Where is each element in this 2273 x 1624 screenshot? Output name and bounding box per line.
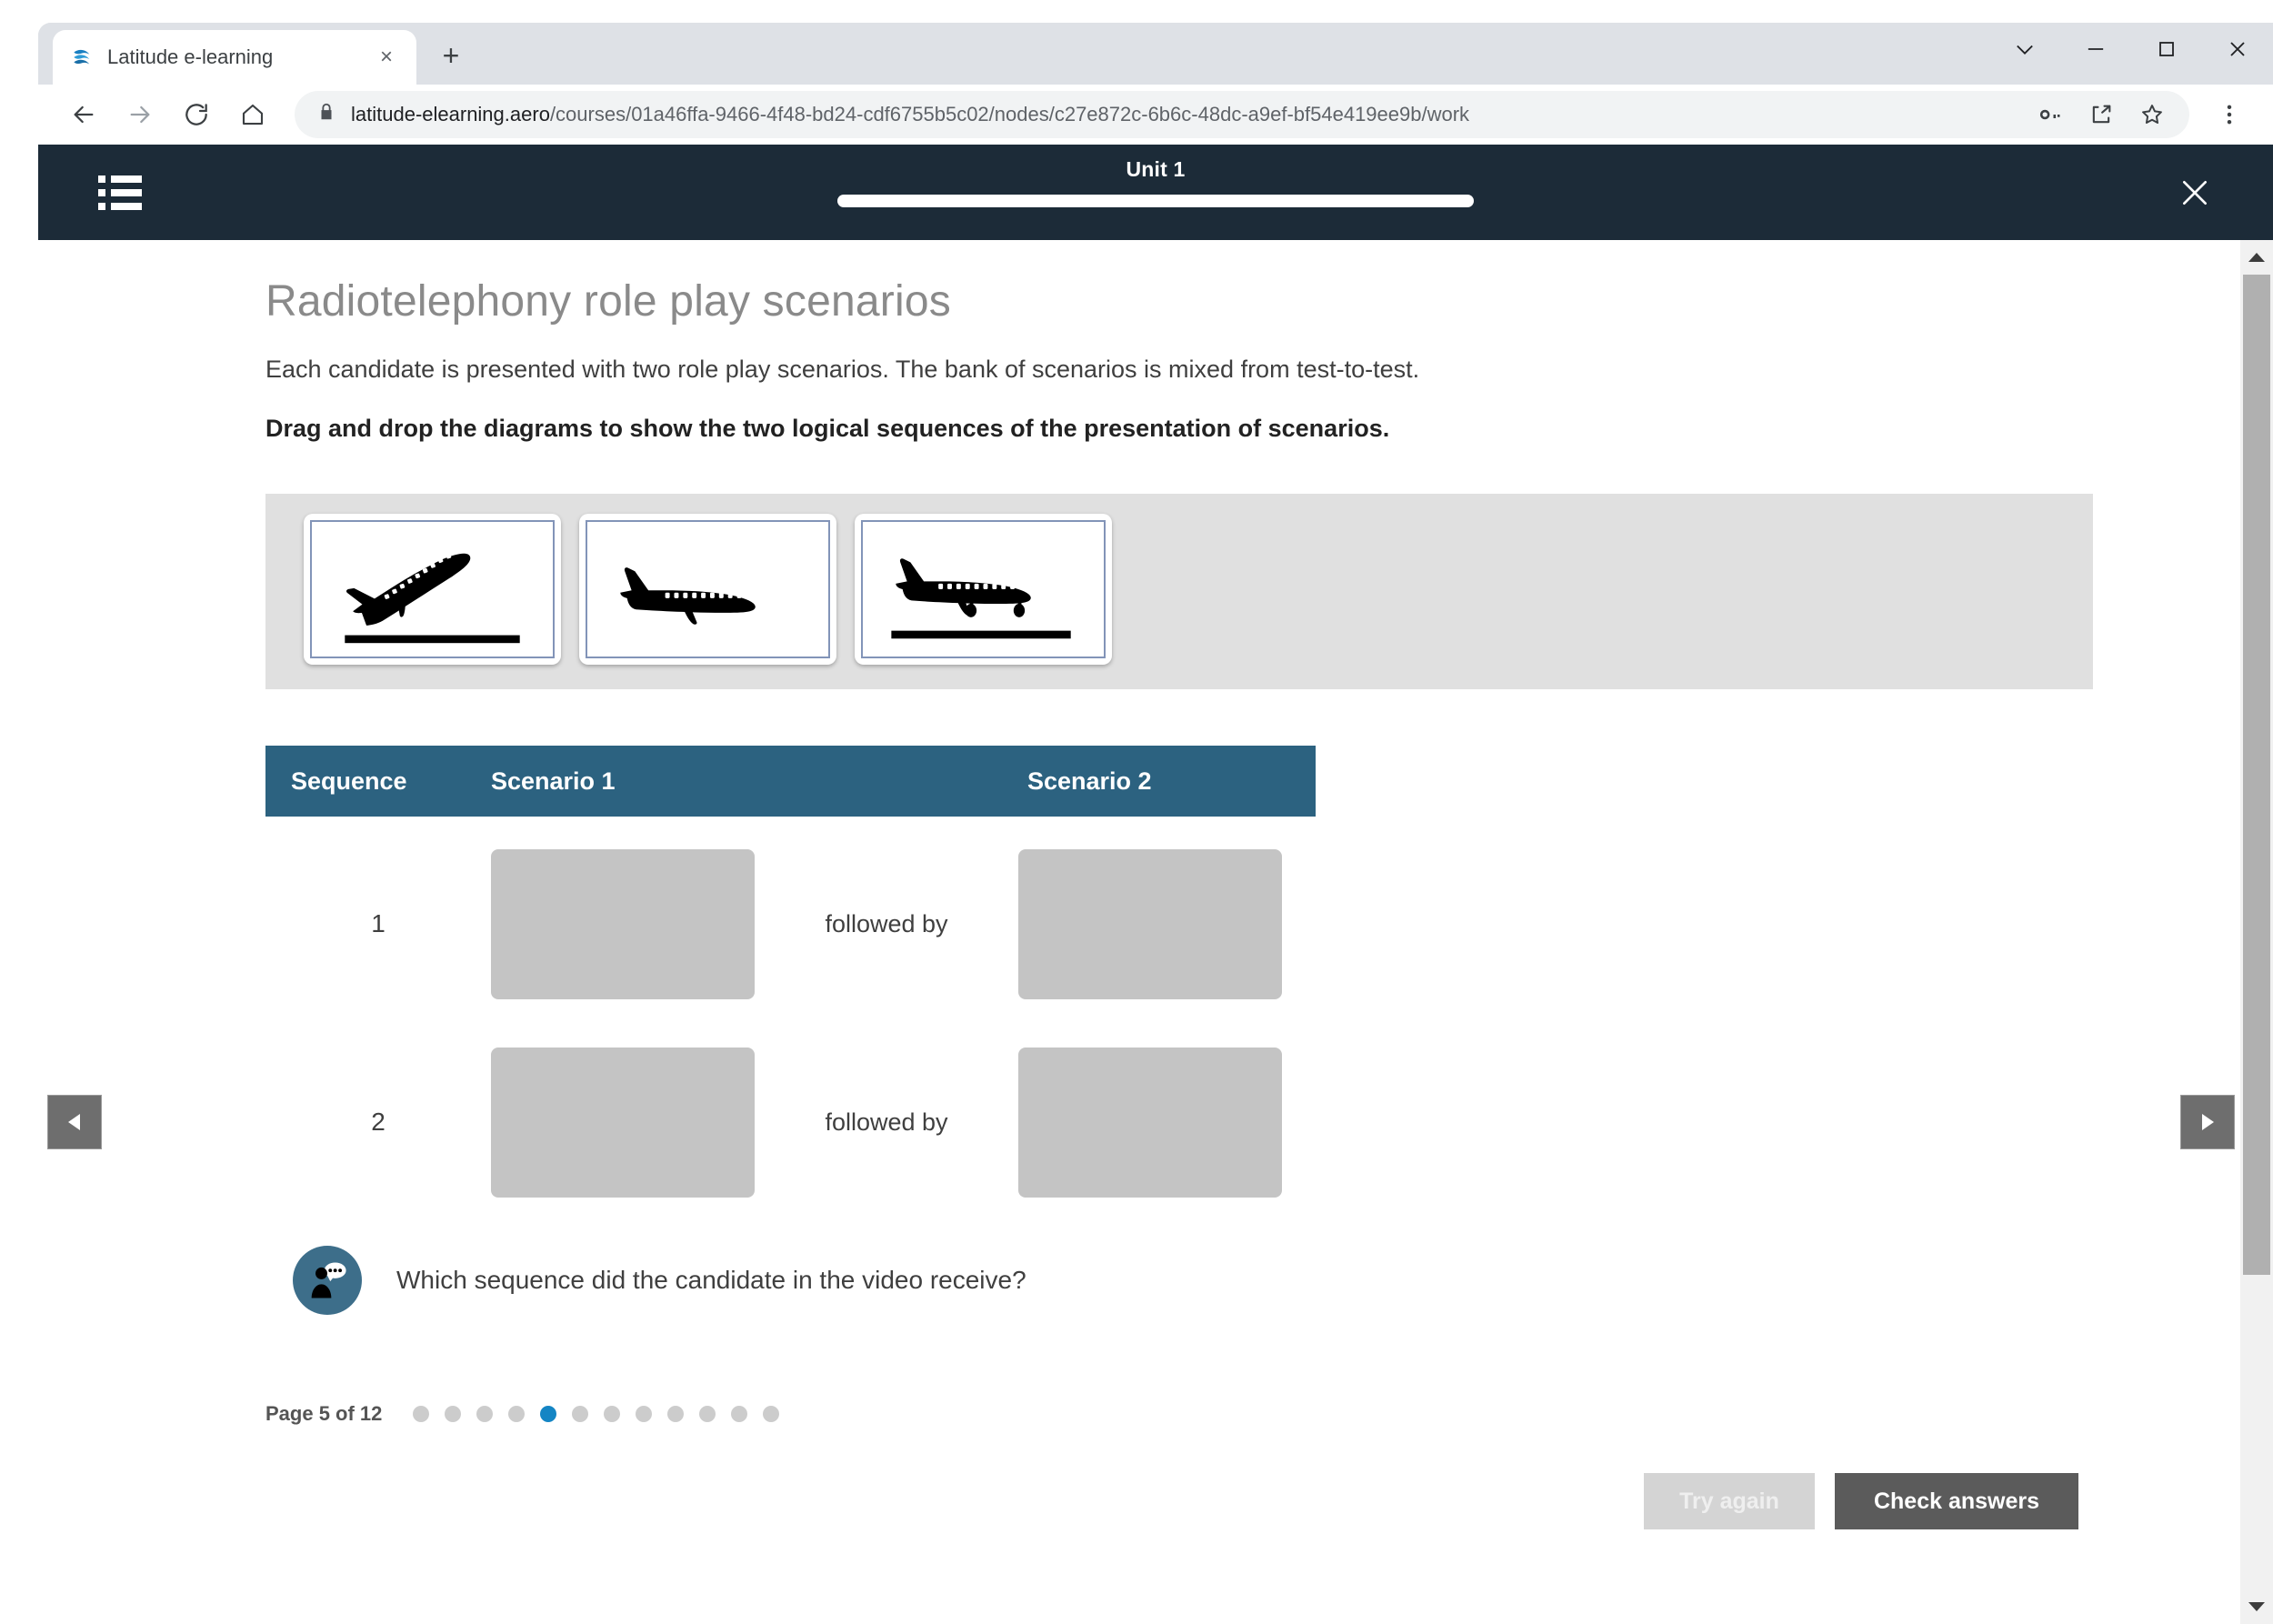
next-page-button[interactable]: [2180, 1095, 2235, 1149]
pagination-dot-6[interactable]: [572, 1406, 589, 1422]
minimize-icon[interactable]: [2060, 23, 2131, 75]
column-header-scenario2: Scenario 2: [1027, 767, 1152, 795]
airplane-cruise-icon: [620, 567, 769, 625]
question-text: Which sequence did the candidate in the …: [396, 1266, 1026, 1294]
followed-by-label-row2: followed by: [825, 1108, 948, 1136]
dropzone-row2-scenario2[interactable]: [1018, 1047, 1282, 1198]
airplane-takeoff-icon: [345, 540, 520, 644]
key-icon[interactable]: [2035, 99, 2066, 130]
maximize-icon[interactable]: [2131, 23, 2202, 75]
address-bar-url: latitude-elearning.aero/courses/01a46ffa…: [351, 103, 2020, 126]
home-icon[interactable]: [227, 89, 278, 140]
dropzone-row1-scenario1[interactable]: [491, 848, 755, 999]
scroll-up-arrow-icon[interactable]: [2240, 240, 2273, 275]
content-wrapper: Radiotelephony role play scenarios Each …: [38, 240, 2273, 1624]
pagination-dot-5[interactable]: [540, 1406, 557, 1422]
address-bar[interactable]: latitude-elearning.aero/courses/01a46ffa…: [295, 90, 2189, 138]
url-path: /courses/01a46ffa-9466-4f48-bd24-cdf6755…: [549, 102, 1470, 125]
url-host: latitude-elearning.aero: [351, 102, 550, 125]
page-label: Page 5 of 12: [265, 1402, 383, 1425]
pagination-dot-3[interactable]: [476, 1406, 494, 1422]
tab-strip: Latitude e-learning × +: [38, 23, 2273, 85]
app-header: Unit 1: [38, 145, 2273, 240]
table-row: 1 followed by: [265, 833, 1316, 1015]
pagination-dot-8[interactable]: [636, 1406, 653, 1422]
pagination-dot-7[interactable]: [604, 1406, 621, 1422]
aircraft-landing-diagram: [861, 520, 1106, 658]
aircraft-takeoff-card[interactable]: [304, 514, 561, 665]
pagination-dot-12[interactable]: [763, 1406, 780, 1422]
aircraft-cruise-diagram: [586, 520, 830, 658]
pagination-dots: [413, 1406, 780, 1422]
forward-icon[interactable]: [115, 89, 165, 140]
unit-progress-bar: [837, 195, 1474, 207]
reload-icon[interactable]: [171, 89, 222, 140]
column-header-scenario1: Scenario 1: [491, 767, 616, 795]
dropzone-row1-scenario2[interactable]: [1018, 848, 1282, 999]
speaking-person-icon: [293, 1246, 362, 1315]
pagination-dot-2[interactable]: [445, 1406, 462, 1422]
vertical-scrollbar[interactable]: [2240, 240, 2273, 1624]
tab-title: Latitude e-learning: [107, 45, 274, 68]
try-again-button[interactable]: Try again: [1644, 1473, 1815, 1529]
table-row: 2 followed by: [265, 1031, 1316, 1213]
tab-close-icon[interactable]: ×: [373, 44, 400, 71]
followed-by-label-row1: followed by: [825, 909, 948, 937]
browser-tab[interactable]: Latitude e-learning ×: [53, 30, 416, 85]
triangle-right-icon: [2202, 1114, 2214, 1130]
close-icon[interactable]: [2202, 23, 2273, 75]
aircraft-landing-card[interactable]: [855, 514, 1112, 665]
pagination-dot-11[interactable]: [731, 1406, 748, 1422]
check-answers-button[interactable]: Check answers: [1835, 1473, 2078, 1529]
share-icon[interactable]: [2086, 99, 2117, 130]
latitude-logo-icon: [69, 45, 95, 70]
browser-window: Latitude e-learning × + latitude-elearni…: [38, 23, 2273, 1624]
lock-icon: [316, 102, 336, 126]
sequence-table: Sequence Scenario 1 Scenario 2 1 followe…: [265, 746, 1316, 1213]
scroll-down-arrow-icon[interactable]: [2240, 1589, 2273, 1624]
triangle-left-icon: [68, 1114, 80, 1130]
airplane-landing-icon: [891, 558, 1071, 639]
sequence-table-header: Sequence Scenario 1 Scenario 2: [265, 746, 1316, 817]
close-icon[interactable]: [2171, 169, 2218, 216]
bookmark-star-icon[interactable]: [2137, 99, 2168, 130]
unit-title: Unit 1: [1126, 157, 1186, 181]
dropzone-row2-scenario1[interactable]: [491, 1047, 755, 1198]
aircraft-takeoff-diagram: [310, 520, 555, 658]
unit-progress-fill: [837, 195, 1474, 207]
pagination: Page 5 of 12: [265, 1402, 2093, 1426]
unit-progress-group: Unit 1: [837, 157, 1474, 207]
pagination-dot-9[interactable]: [667, 1406, 685, 1422]
list-menu-icon[interactable]: [98, 172, 149, 214]
browser-toolbar: latitude-elearning.aero/courses/01a46ffa…: [38, 85, 2273, 145]
lesson-instruction-text: Drag and drop the diagrams to show the t…: [265, 415, 1390, 442]
page-viewport: Unit 1 Radiotelephony role play scenario…: [38, 145, 2273, 1624]
question-row: Which sequence did the candidate in the …: [293, 1246, 2093, 1315]
pagination-dot-1[interactable]: [413, 1406, 430, 1422]
omnibox-actions: [2035, 99, 2168, 130]
page-title: Radiotelephony role play scenarios: [265, 277, 951, 326]
scrollbar-thumb[interactable]: [2243, 275, 2270, 1275]
sequence-number: 2: [371, 1108, 386, 1136]
pagination-dot-10[interactable]: [699, 1406, 716, 1422]
drag-source-tray: [265, 494, 2093, 689]
column-header-sequence: Sequence: [291, 767, 407, 795]
back-icon[interactable]: [58, 89, 109, 140]
aircraft-cruise-card[interactable]: [579, 514, 836, 665]
pagination-dot-4[interactable]: [508, 1406, 526, 1422]
window-controls: [1989, 23, 2273, 75]
footer-actions: Try again Check answers: [265, 1473, 2093, 1529]
previous-page-button[interactable]: [47, 1095, 102, 1149]
new-tab-button[interactable]: +: [433, 37, 469, 74]
scrollbar-track[interactable]: [2240, 275, 2273, 1589]
sequence-number: 1: [371, 909, 386, 937]
lesson-lead-text: Each candidate is presented with two rol…: [265, 356, 1420, 383]
three-dot-menu-icon[interactable]: [2206, 91, 2253, 138]
chevron-down-icon[interactable]: [1989, 23, 2060, 75]
lesson-content: Radiotelephony role play scenarios Each …: [38, 240, 2240, 1624]
